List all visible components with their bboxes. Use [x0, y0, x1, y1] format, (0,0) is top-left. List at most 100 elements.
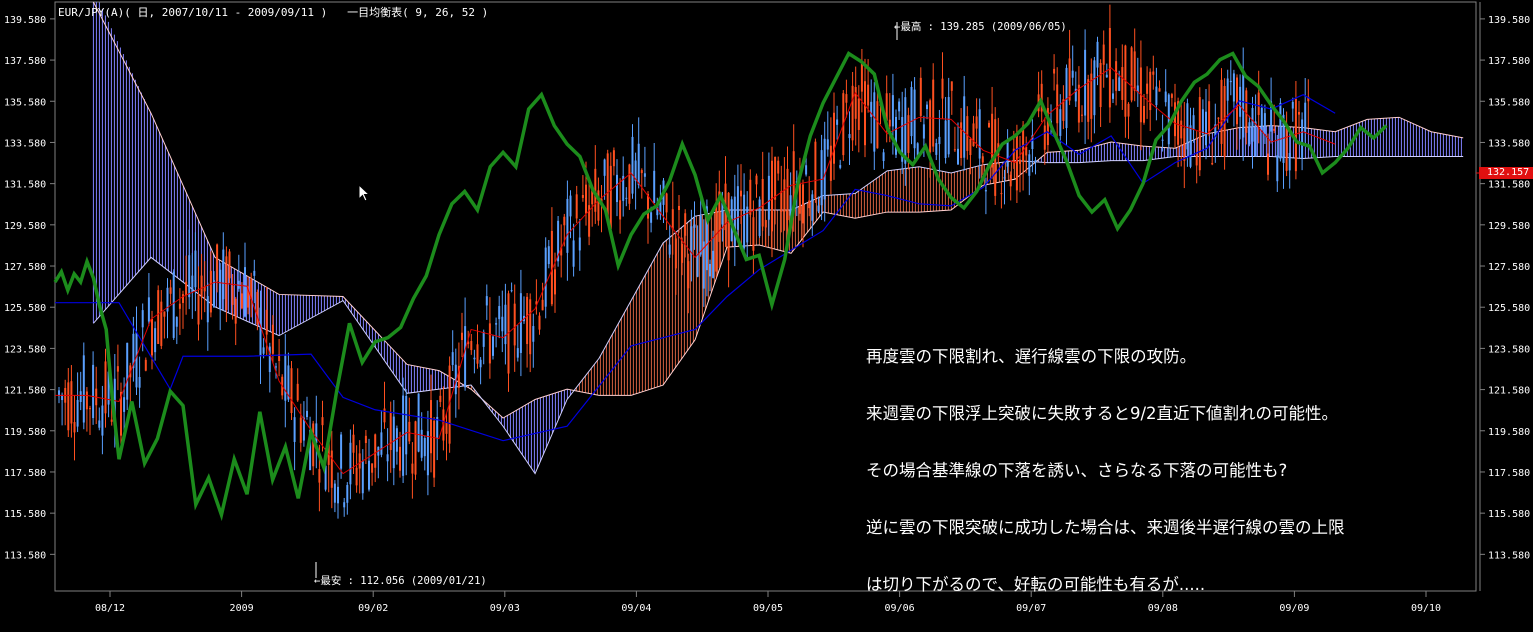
candle-body: [696, 253, 699, 277]
candle-body: [73, 422, 76, 433]
y-tick-label-left: 131.580: [4, 180, 46, 191]
candle-body: [1130, 47, 1133, 101]
candle-body: [420, 429, 423, 458]
candle-body: [1112, 93, 1114, 99]
candle-body: [1146, 83, 1149, 94]
candle-body: [1226, 78, 1229, 101]
candle-body: [1245, 90, 1248, 133]
candle-body: [575, 194, 578, 219]
candle-body: [110, 419, 113, 422]
candle-body: [104, 361, 107, 414]
candle-body: [473, 357, 476, 360]
candle-body: [461, 332, 463, 340]
candle-body: [265, 309, 268, 335]
candle-body: [876, 101, 879, 149]
candle-body: [405, 396, 408, 455]
candle-body: [178, 303, 181, 309]
candle-body: [1211, 162, 1214, 165]
candle-body: [206, 296, 209, 323]
candle-body: [777, 160, 780, 174]
candle-body: [352, 434, 355, 453]
candle-body: [910, 86, 913, 137]
candle-body: [963, 96, 966, 158]
candle-body: [929, 100, 932, 153]
candle-body: [944, 120, 947, 159]
candle-body: [374, 434, 377, 468]
candle-body: [513, 303, 516, 346]
candle-body: [1118, 77, 1121, 91]
candle-body: [1174, 102, 1176, 137]
candle-body: [1115, 61, 1118, 91]
y-tick-label-right: 139.580: [1488, 15, 1530, 26]
candle-body: [826, 139, 829, 150]
candle-body: [76, 399, 79, 427]
candle-body: [1254, 121, 1257, 157]
note-line: 再度雲の下限割れ、遅行線雲の下限の攻防。: [866, 347, 1197, 366]
candle-body: [637, 143, 640, 186]
candle-body: [1068, 58, 1071, 101]
candle-body: [1000, 193, 1003, 195]
candle-body: [98, 420, 101, 428]
candle-body: [423, 437, 426, 457]
x-tick-label: 09/02: [358, 603, 388, 614]
candle-body: [330, 450, 333, 488]
x-tick-label: 09/05: [753, 603, 783, 614]
candle-body: [1198, 97, 1201, 171]
candle-body: [1195, 154, 1198, 166]
candle-body: [988, 122, 990, 128]
candle-body: [922, 124, 925, 139]
candle-body: [1084, 49, 1087, 116]
candle-body: [774, 156, 777, 200]
candle-body: [1201, 109, 1204, 135]
candle-body: [411, 463, 414, 474]
candle-body: [1298, 111, 1300, 115]
candle-body: [693, 224, 696, 228]
candle-body: [761, 179, 764, 227]
candle-body: [426, 431, 429, 476]
y-tick-label-left: 129.580: [4, 221, 46, 232]
candle-body: [417, 393, 420, 452]
candle-body: [154, 328, 157, 353]
y-tick-label-left: 123.580: [4, 344, 46, 355]
candle-body: [408, 421, 411, 442]
candle-body: [1009, 174, 1012, 187]
candle-body: [780, 191, 783, 212]
candle-body: [318, 469, 321, 483]
candle-body: [213, 280, 215, 308]
candle-body: [681, 244, 684, 263]
candle-body: [1263, 113, 1266, 135]
candle-body: [978, 109, 981, 159]
candle-body: [1015, 134, 1018, 191]
candle-body: [92, 364, 95, 419]
candle-body: [526, 296, 529, 345]
candle-body: [690, 226, 693, 255]
candle-body: [820, 150, 823, 206]
y-tick-label-left: 125.580: [4, 303, 46, 314]
candle-body: [851, 85, 854, 141]
candle-body: [157, 290, 160, 344]
candle-body: [814, 141, 817, 199]
candle-body: [1164, 91, 1167, 103]
candle-body: [585, 184, 587, 214]
candle-body: [1056, 84, 1059, 124]
candle-body: [1161, 139, 1164, 141]
candle-body: [380, 432, 383, 455]
candle-body: [126, 342, 129, 400]
candle-body: [504, 304, 507, 345]
candle-body: [234, 298, 237, 324]
y-tick-label-left: 139.580: [4, 15, 46, 26]
candle-body: [947, 97, 950, 155]
candle-body: [1217, 117, 1220, 119]
candle-body: [650, 212, 653, 223]
candle-body: [938, 136, 941, 145]
candle-body: [228, 251, 231, 279]
candle-body: [151, 318, 153, 356]
candle-body: [337, 486, 339, 504]
chart-title: EUR/JPY(A)( 日, 2007/10/11 - 2009/09/11 )…: [58, 6, 489, 19]
candle-body: [197, 294, 200, 325]
chart-area: 139.580 139.580 137.580 137.580 135.580 135.5…: [0, 0, 1533, 619]
candle-body: [485, 296, 488, 306]
candle-body: [647, 194, 649, 219]
candle-body: [439, 395, 442, 402]
candle-body: [244, 267, 246, 317]
